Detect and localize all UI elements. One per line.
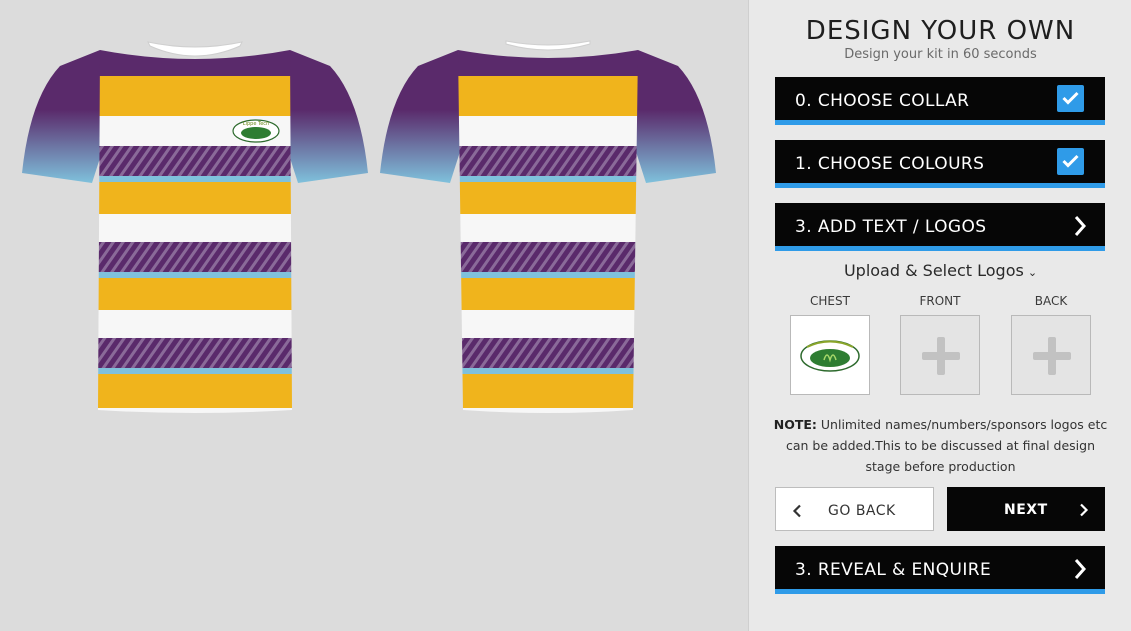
chevron-right-icon [1073, 215, 1087, 241]
step-add-text-logos[interactable]: 3. ADD TEXT / LOGOS [775, 203, 1105, 251]
logo-slot-front[interactable] [900, 315, 980, 395]
slot-label-back: BACK [1034, 294, 1068, 308]
panel-title: DESIGN YOUR OWN [805, 16, 1076, 46]
next-label: NEXT [1004, 502, 1048, 518]
go-back-label: GO BACK [828, 503, 896, 519]
slot-label-front: FRONT [919, 294, 961, 308]
upload-title-label: Upload & Select Logos [843, 261, 1024, 280]
note-prefix: NOTE: [773, 417, 817, 432]
chevron-down-icon: ⌄ [1027, 266, 1038, 279]
chest-logo-thumbnail [800, 340, 860, 372]
jersey-front-view: Lippe Tech [22, 41, 368, 413]
logo-slot-chest[interactable] [790, 315, 870, 395]
step-choose-colours[interactable]: 1. CHOOSE COLOURS [775, 140, 1105, 188]
go-back-button[interactable]: GO BACK [775, 487, 934, 531]
step-label: 3. ADD TEXT / LOGOS [795, 217, 987, 237]
checkbox-checked-icon[interactable] [1057, 148, 1084, 175]
kit-preview-area: Lippe Tech [0, 0, 748, 631]
step-reveal-enquire[interactable]: 3. REVEAL & ENQUIRE [775, 546, 1105, 594]
plus-icon-vertical [1048, 337, 1056, 375]
note-body: Unlimited names/numbers/sponsors logos e… [785, 417, 1108, 474]
upload-select-logos-toggle[interactable]: Upload & Select Logos ⌄ [749, 261, 1131, 280]
plus-icon-vertical [937, 337, 945, 375]
step-label: 1. CHOOSE COLOURS [795, 154, 985, 174]
design-panel: DESIGN YOUR OWN Design your kit in 60 se… [748, 0, 1131, 631]
logo-slot-back[interactable] [1011, 315, 1091, 395]
chevron-left-icon [792, 503, 802, 522]
chevron-right-icon [1079, 502, 1089, 521]
chest-logo-text: Lippe Tech [243, 121, 269, 127]
step-label: 3. REVEAL & ENQUIRE [795, 560, 992, 580]
slot-label-chest: CHEST [810, 294, 850, 308]
next-button[interactable]: NEXT [947, 487, 1105, 531]
checkbox-checked-icon[interactable] [1057, 85, 1084, 112]
jersey-back-view [380, 40, 716, 413]
note-text: NOTE: Unlimited names/numbers/sponsors l… [769, 414, 1112, 477]
step-label: 0. CHOOSE COLLAR [795, 91, 970, 111]
step-choose-collar[interactable]: 0. CHOOSE COLLAR [775, 77, 1105, 125]
chevron-right-icon [1073, 558, 1087, 584]
panel-subtitle: Design your kit in 60 seconds [844, 47, 1037, 62]
